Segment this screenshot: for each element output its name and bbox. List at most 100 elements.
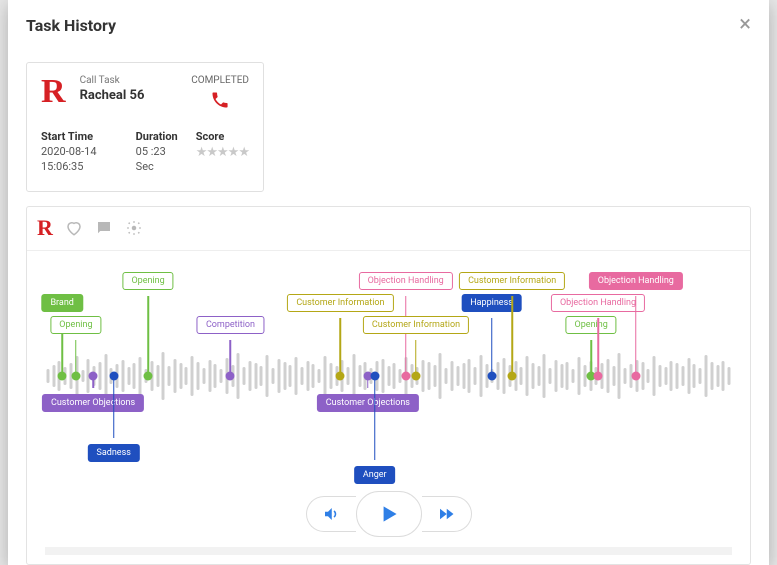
waveform-bar (139, 357, 142, 395)
waveform-bar (474, 367, 477, 385)
settings-icon[interactable] (125, 219, 143, 237)
close-icon[interactable]: × (739, 14, 751, 36)
marker-stick (590, 340, 592, 372)
volume-button[interactable] (306, 496, 356, 532)
marker-stick (597, 318, 599, 372)
start-time-label: Start Time (41, 130, 118, 143)
marker-dot-icon (401, 371, 410, 380)
duration-label: Duration (136, 130, 178, 143)
marker-stick (491, 318, 493, 372)
waveform-bar (156, 365, 159, 387)
phone-icon (191, 90, 249, 114)
waveform-bar (196, 362, 199, 390)
waveform-bar (220, 369, 223, 383)
marker-tag: Customer Objections (317, 394, 419, 412)
play-button[interactable] (356, 491, 422, 537)
marker-stick (635, 296, 637, 372)
heart-icon[interactable] (65, 219, 83, 237)
waveform-bar (572, 369, 575, 383)
waveform-bar (387, 366, 390, 386)
task-history-modal: Task History × R Call Task Racheal 56 CO… (8, 0, 769, 565)
marker-dot-icon (336, 371, 345, 380)
panel-toolbar: R (27, 207, 750, 251)
marker-stick (340, 318, 342, 372)
waveform-bar (728, 367, 731, 385)
marker-dot-icon (508, 371, 517, 380)
marker-dot-icon (58, 371, 67, 380)
waveform-bar (699, 368, 702, 384)
marker-tag: Anger (354, 466, 396, 484)
waveform-bar (520, 367, 523, 385)
marker-dot-icon (411, 371, 420, 380)
comment-icon[interactable] (95, 219, 113, 237)
waveform-bar (329, 363, 332, 389)
waveform-bar (566, 362, 569, 390)
waveform-bar (653, 356, 656, 396)
waveform-bar (248, 361, 251, 391)
waveform-bar (237, 353, 240, 399)
waveform-bar (272, 368, 275, 384)
marker-tag: Brand (41, 294, 82, 312)
waveform-bar (295, 357, 298, 395)
marker-tag: Opening (122, 272, 173, 290)
marker-tag: Customer Information (363, 316, 469, 334)
waveform-bar (676, 363, 679, 389)
waveform-bar (173, 359, 176, 393)
status-text: COMPLETED (191, 75, 249, 86)
marker-stick (374, 380, 376, 460)
waveform-bar (191, 356, 194, 396)
marker-tag: Objection Handling (589, 272, 683, 290)
waveform-bar (52, 365, 55, 387)
waveform-bar (352, 354, 355, 398)
fast-forward-button[interactable] (422, 496, 472, 532)
duration-col: Duration 05 :23 Sec (136, 130, 178, 175)
duration-value: 05 :23 Sec (136, 145, 178, 175)
waveform-bar (162, 352, 165, 400)
waveform-bar (208, 360, 211, 392)
audio-timeline[interactable]: BrandOpeningCustomer ObjectionsSadnessOp… (45, 271, 732, 481)
waveform-bar (687, 358, 690, 394)
marker-stick (230, 340, 232, 372)
marker-tag: Objection Handling (551, 294, 645, 312)
waveform-bar (664, 367, 667, 385)
marker-stick (367, 380, 369, 388)
waveform-bar (46, 369, 49, 383)
marker-stick (405, 296, 407, 372)
waveform-bar (283, 362, 286, 390)
waveform-bar (422, 360, 425, 392)
waveform-bar (705, 355, 708, 397)
audio-controls (27, 491, 750, 537)
waveform-bar (81, 370, 84, 382)
waveform-bar (300, 367, 303, 385)
waveform-bar (323, 356, 326, 396)
waveform-bar (641, 362, 644, 390)
waveform-bar (618, 353, 621, 399)
modal-title: Task History (26, 16, 116, 35)
task-person: Racheal 56 (80, 88, 192, 103)
brand-badge-small: R (37, 215, 53, 241)
waveform-bar (647, 369, 650, 383)
marker-tag: Customer Objections (42, 394, 144, 412)
score-col: Score ★★★★★ (196, 130, 249, 175)
card-details: Start Time 2020-08-14 15:06:35 Duration … (41, 130, 249, 175)
waveform-bar (554, 360, 557, 392)
marker-dot-icon (594, 371, 603, 380)
card-status-block: COMPLETED (191, 75, 249, 114)
marker-stick (511, 296, 513, 372)
waveform-bar (560, 364, 563, 388)
waveform-bar (179, 363, 182, 389)
waveform-bar (266, 355, 269, 397)
waveform-bar (502, 358, 505, 394)
start-time-value: 2020-08-14 15:06:35 (41, 145, 118, 175)
waveform-bar (289, 365, 292, 387)
marker-tag: Objection Handling (359, 272, 453, 290)
waveform-bar (612, 366, 615, 386)
marker-dot-icon (487, 371, 496, 380)
marker-tag: Customer Information (459, 272, 565, 290)
progress-bar[interactable] (45, 547, 732, 555)
waveform-bar (468, 359, 471, 393)
waveform-bar (433, 365, 436, 387)
waveform-bar (681, 366, 684, 386)
waveform-bar (202, 368, 205, 384)
modal-header: Task History × (8, 0, 769, 46)
